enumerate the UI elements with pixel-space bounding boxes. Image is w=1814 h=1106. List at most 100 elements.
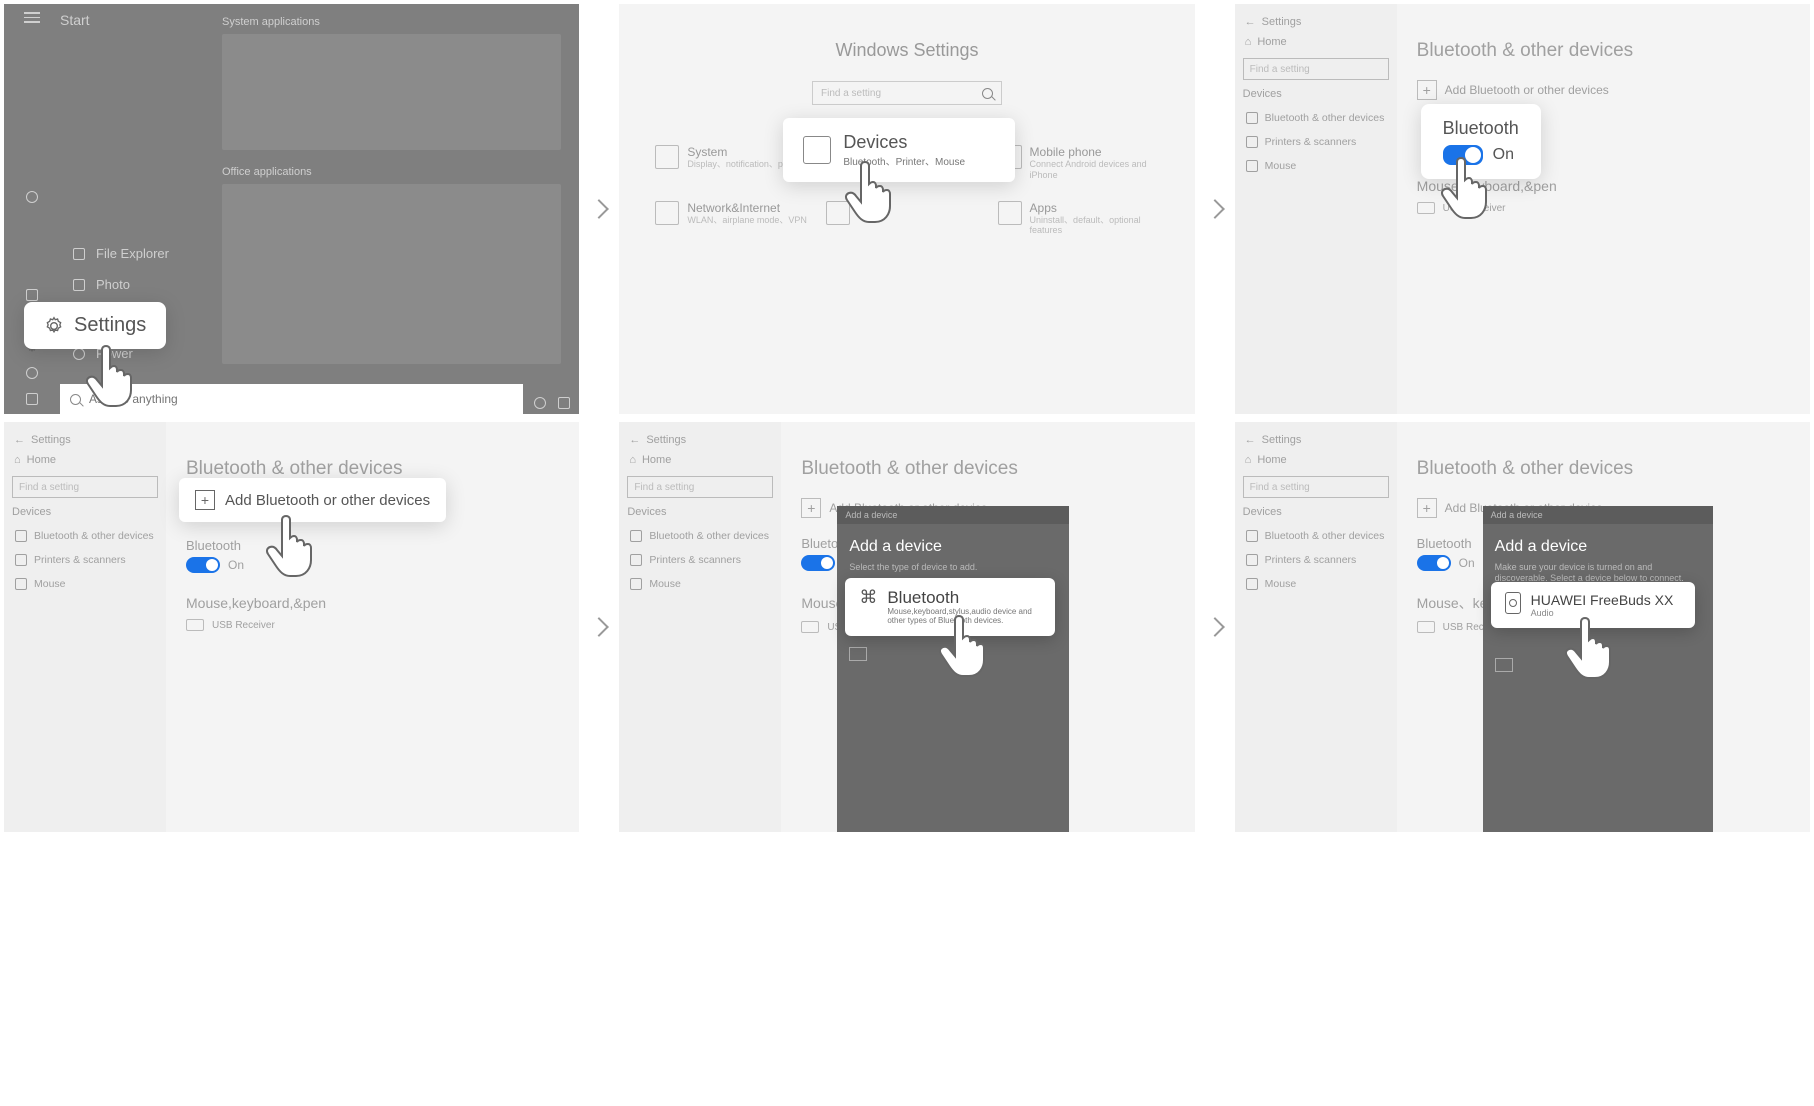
- page-title: Bluetooth & other devices: [1417, 40, 1790, 62]
- system-icon: [655, 145, 679, 169]
- panel-windows-settings: Windows Settings Find a setting SystemDi…: [619, 4, 1194, 414]
- menu-photo[interactable]: Photo: [60, 269, 204, 300]
- home-link[interactable]: ⌂Home: [1243, 32, 1389, 52]
- sidebar-item-mouse[interactable]: Mouse: [627, 572, 773, 596]
- sidebar-section: Devices: [627, 506, 773, 518]
- back-button[interactable]: ←Settings: [1243, 430, 1389, 450]
- device-type: Audio: [1531, 608, 1674, 618]
- tile-group-office: Office applications: [222, 166, 561, 178]
- bluetooth-toggle[interactable]: [186, 557, 220, 573]
- plus-icon: +: [1417, 498, 1437, 518]
- add-bluetooth-row[interactable]: + Add Bluetooth or other devices: [1417, 80, 1790, 100]
- device-name: HUAWEI FreeBuds XX: [1531, 592, 1674, 608]
- user-icon[interactable]: [25, 190, 39, 204]
- option-sub: Mouse,keyboard,stylus,audio device and o…: [887, 608, 1041, 626]
- file-icon[interactable]: [25, 288, 39, 302]
- power-icon[interactable]: [25, 366, 39, 380]
- display-icon[interactable]: [849, 647, 867, 661]
- mouse-section: Mouse,keyboard,&pen: [1417, 178, 1790, 194]
- tile-placeholder[interactable]: [222, 184, 561, 364]
- bluetooth-toggle[interactable]: [1417, 555, 1451, 571]
- back-button[interactable]: ←Settings: [12, 430, 158, 450]
- sidebar-search[interactable]: Find a setting: [1243, 476, 1389, 498]
- apps-icon: [998, 201, 1022, 225]
- settings-label: Settings: [74, 314, 146, 337]
- category-apps[interactable]: AppsUninstall、default、optional features: [998, 201, 1159, 237]
- tile-group-system: System applications: [222, 16, 561, 28]
- add-device-dialog: Add a device Add a device Make sure your…: [1483, 506, 1713, 832]
- home-link[interactable]: ⌂Home: [627, 450, 773, 470]
- dialog-title: Add a device: [849, 538, 1057, 556]
- receiver-icon: [801, 621, 819, 633]
- bluetooth-option-highlight[interactable]: ⌘ Bluetooth Mouse,keyboard,stylus,audio …: [845, 578, 1055, 636]
- panel-add-device-type: ←Settings ⌂Home Find a setting Devices B…: [619, 422, 1194, 832]
- settings-highlight[interactable]: Settings: [24, 302, 166, 349]
- toggle-on-label: On: [228, 558, 244, 572]
- display-icon[interactable]: [1495, 658, 1513, 672]
- page-title: Bluetooth & other devices: [186, 458, 559, 480]
- bluetooth-toggle[interactable]: [801, 555, 835, 571]
- category-personalization[interactable]: [826, 201, 987, 237]
- dialog-title: Add a device: [1495, 538, 1701, 556]
- device-option-highlight[interactable]: HUAWEI FreeBuds XX Audio: [1491, 582, 1695, 628]
- dialog-titlebar: Add a device: [1483, 506, 1713, 524]
- sidebar-item-printers[interactable]: Printers & scanners: [1243, 130, 1389, 154]
- bluetooth-toggle[interactable]: [1443, 145, 1483, 165]
- sidebar-section: Devices: [1243, 88, 1389, 100]
- add-device-dialog: Add a device Add a device Select the typ…: [837, 506, 1069, 832]
- taskview-icon[interactable]: [557, 396, 571, 410]
- devices-highlight[interactable]: Devices Bluetooth、Printer、Mouse: [783, 118, 1015, 182]
- windows-icon[interactable]: [25, 392, 39, 406]
- settings-search[interactable]: Find a setting: [812, 81, 1002, 105]
- start-rail: [4, 4, 60, 414]
- sidebar-item-bluetooth[interactable]: Bluetooth & other devices: [1243, 106, 1389, 130]
- sidebar-item-bluetooth[interactable]: Bluetooth & other devices: [627, 524, 773, 548]
- sidebar-section: Devices: [1243, 506, 1389, 518]
- settings-sidebar: ←Settings ⌂Home Find a setting Devices B…: [4, 422, 166, 832]
- home-link[interactable]: ⌂Home: [1243, 450, 1389, 470]
- bluetooth-label: Bluetooth: [1443, 118, 1519, 139]
- sidebar-search[interactable]: Find a setting: [1243, 58, 1389, 80]
- sidebar-item-printers[interactable]: Printers & scanners: [1243, 548, 1389, 572]
- panel-start-menu: Start File Explorer Photo Power System a…: [4, 4, 579, 414]
- start-label: Start: [60, 12, 204, 28]
- back-button[interactable]: ←Settings: [1243, 12, 1389, 32]
- sidebar-item-printers[interactable]: Printers & scanners: [12, 548, 158, 572]
- panel-select-device: ←Settings ⌂Home Find a setting Devices B…: [1235, 422, 1810, 832]
- add-bluetooth-highlight[interactable]: + Add Bluetooth or other devices: [179, 478, 446, 522]
- audio-device-icon: [1505, 592, 1521, 614]
- back-button[interactable]: ←Settings: [627, 430, 773, 450]
- bluetooth-icon: ⌘: [859, 588, 877, 606]
- hamburger-icon[interactable]: [24, 12, 40, 23]
- personalization-icon: [826, 201, 850, 225]
- category-network[interactable]: Network&InternetWLAN、airplane mode、VPN: [655, 201, 816, 237]
- settings-sidebar: ←Settings ⌂Home Find a setting Devices B…: [1235, 422, 1397, 832]
- receiver-icon: [186, 619, 204, 631]
- sidebar-item-bluetooth[interactable]: Bluetooth & other devices: [1243, 524, 1389, 548]
- cortana-search[interactable]: [60, 384, 523, 414]
- plus-icon: +: [801, 498, 821, 518]
- bluetooth-label: Bluetooth: [186, 538, 559, 553]
- sidebar-item-bluetooth[interactable]: Bluetooth & other devices: [12, 524, 158, 548]
- sidebar-item-mouse[interactable]: Mouse: [1243, 154, 1389, 178]
- sidebar-item-mouse[interactable]: Mouse: [12, 572, 158, 596]
- search-input[interactable]: [89, 392, 513, 406]
- gear-icon: [44, 316, 64, 336]
- cortana-icon[interactable]: [533, 396, 547, 410]
- menu-file-explorer[interactable]: File Explorer: [60, 238, 204, 269]
- plus-icon: +: [195, 490, 215, 510]
- sidebar-search[interactable]: Find a setting: [627, 476, 773, 498]
- receiver-icon: [1417, 202, 1435, 214]
- sidebar-search[interactable]: Find a setting: [12, 476, 158, 498]
- category-mobile[interactable]: Mobile phoneConnect Android devices and …: [998, 145, 1159, 181]
- devices-icon: [803, 136, 831, 164]
- sidebar-item-mouse[interactable]: Mouse: [1243, 572, 1389, 596]
- tile-placeholder[interactable]: [222, 34, 561, 150]
- toggle-on-label: On: [1459, 556, 1475, 570]
- home-link[interactable]: ⌂Home: [12, 450, 158, 470]
- page-title: Bluetooth & other devices: [801, 458, 1174, 480]
- bluetooth-toggle-highlight[interactable]: Bluetooth On: [1421, 104, 1541, 179]
- settings-main: Bluetooth & other devices + Add Bluetoot…: [1397, 4, 1810, 414]
- sidebar-item-printers[interactable]: Printers & scanners: [627, 548, 773, 572]
- dialog-subtitle: Make sure your device is turned on and d…: [1495, 562, 1701, 584]
